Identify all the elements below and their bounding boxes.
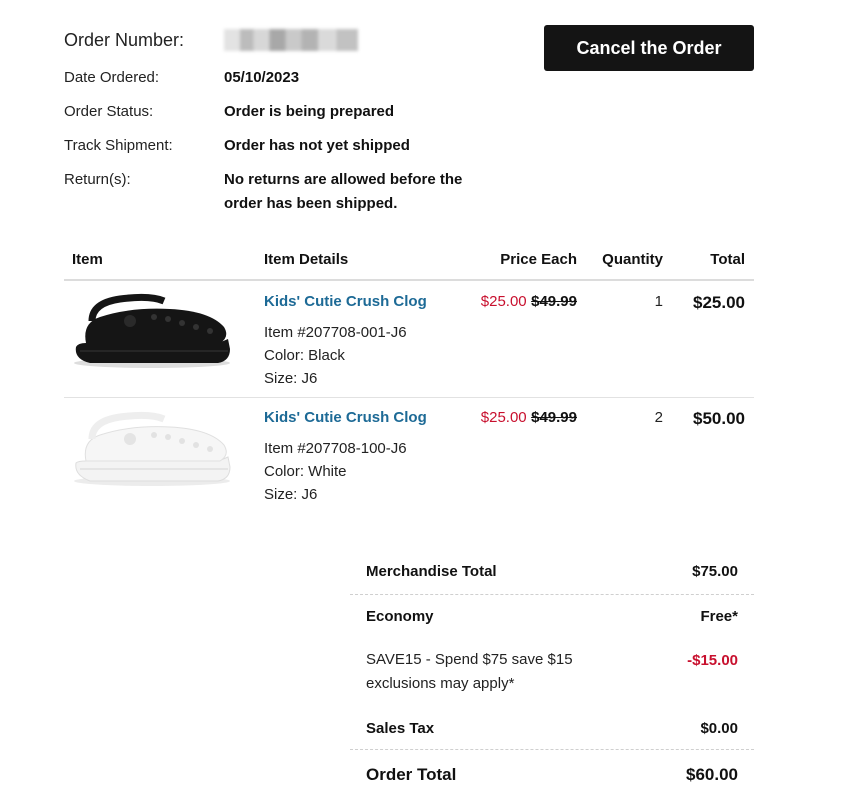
order-number-label: Order Number: <box>64 30 185 50</box>
track-shipment-value: Order has not yet shipped <box>224 137 410 154</box>
order-total-label: Order Total <box>366 765 457 784</box>
sale-price: $25.00 <box>480 409 527 426</box>
quantity-value: 1 <box>654 293 663 310</box>
product-color: Color: Black <box>264 347 345 364</box>
row-total: $50.00 <box>693 409 745 428</box>
merchandise-total-label: Merchandise Total <box>366 563 497 580</box>
track-shipment-label: Track Shipment: <box>64 137 173 154</box>
product-size: Size: J6 <box>264 370 318 387</box>
header-price-each: Price Each <box>500 251 577 268</box>
summary-divider <box>350 594 754 595</box>
promo-discount-value: -$15.00 <box>687 652 738 669</box>
original-price: $49.99 <box>531 293 577 310</box>
shipping-method-label: Economy <box>366 608 434 625</box>
header-total: Total <box>710 251 745 268</box>
returns-value-line2: order has been shipped. <box>224 195 398 212</box>
order-total-value: $60.00 <box>686 765 738 784</box>
product-details: Item #207708-100-J6 Color: White Size: J… <box>264 437 407 506</box>
product-item-number: Item #207708-001-J6 <box>264 324 407 341</box>
date-ordered-label: Date Ordered: <box>64 69 160 86</box>
merchandise-total-value: $75.00 <box>692 563 738 580</box>
row-divider <box>64 397 754 398</box>
promo-line1: SAVE15 - Spend $75 save $15 <box>366 651 573 668</box>
price-each: $25.00 $49.99 <box>440 409 577 427</box>
cancel-order-button[interactable]: Cancel the Order <box>544 25 754 71</box>
header-item: Item <box>72 251 103 268</box>
original-price: $49.99 <box>531 409 577 426</box>
product-item-number: Item #207708-100-J6 <box>264 440 407 457</box>
product-details: Item #207708-001-J6 Color: Black Size: J… <box>264 321 407 390</box>
product-color: Color: White <box>264 463 347 480</box>
table-header-divider <box>64 279 754 281</box>
returns-value: No returns are allowed before the order … <box>224 168 462 216</box>
order-number-redacted <box>224 29 358 51</box>
header-item-details: Item Details <box>264 251 349 268</box>
product-name-link[interactable]: Kids' Cutie Crush Clog <box>264 409 427 426</box>
header-quantity: Quantity <box>602 251 663 268</box>
price-each: $25.00 $49.99 <box>440 293 577 311</box>
returns-value-line1: No returns are allowed before the <box>224 171 463 188</box>
order-status-value: Order is being prepared <box>224 103 395 120</box>
promo-description: SAVE15 - Spend $75 save $15 exclusions m… <box>366 648 573 696</box>
sale-price: $25.00 <box>480 293 527 310</box>
row-total: $25.00 <box>693 293 745 312</box>
summary-divider <box>350 749 754 750</box>
product-size: Size: J6 <box>264 486 318 503</box>
sales-tax-value: $0.00 <box>700 720 738 737</box>
promo-line2: exclusions may apply* <box>366 675 515 692</box>
product-name-link[interactable]: Kids' Cutie Crush Clog <box>264 293 427 310</box>
product-image-white-clog[interactable] <box>70 403 232 487</box>
shipping-value: Free* <box>700 608 738 625</box>
sales-tax-label: Sales Tax <box>366 720 435 737</box>
date-ordered-value: 05/10/2023 <box>224 69 300 86</box>
order-status-label: Order Status: <box>64 103 154 120</box>
quantity-value: 2 <box>654 409 663 426</box>
returns-label: Return(s): <box>64 171 131 188</box>
product-image-black-clog[interactable] <box>70 287 232 371</box>
